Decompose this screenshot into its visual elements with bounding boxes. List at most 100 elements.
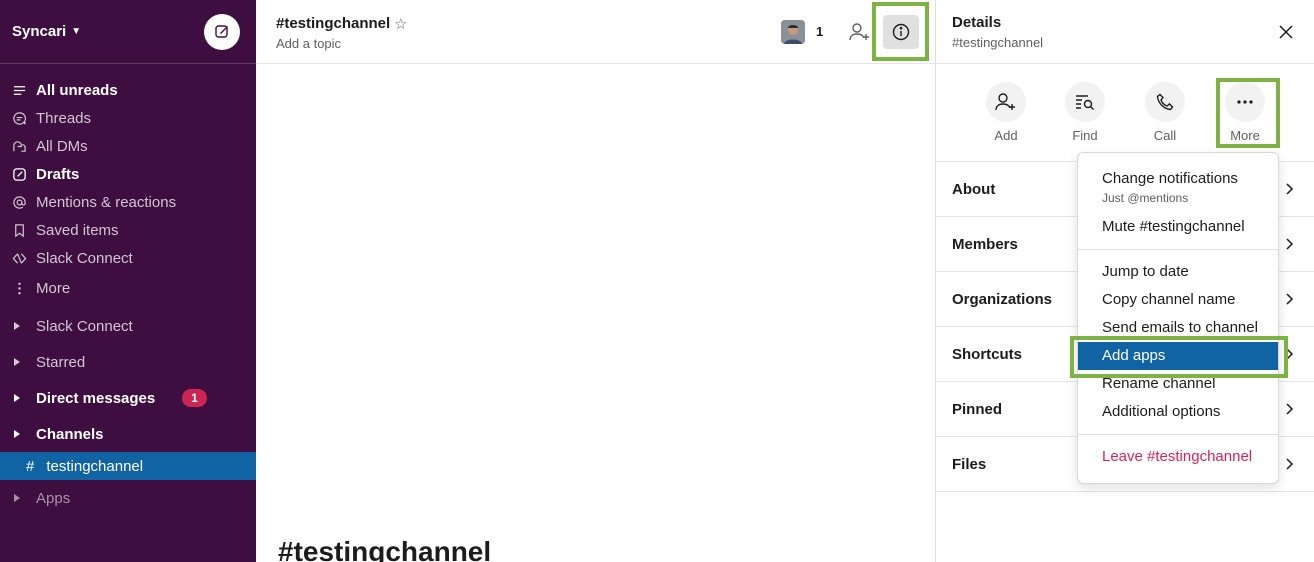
phone-icon <box>1145 82 1185 122</box>
all-dms-icon <box>10 137 28 155</box>
channel-name-button[interactable]: #testingchannel <box>276 15 390 32</box>
details-title: Details <box>952 14 1002 31</box>
more-action-button[interactable]: More <box>1215 82 1275 143</box>
menu-item-leave-channel[interactable]: Leave #testingchannel <box>1078 443 1278 471</box>
slack-connect-icon <box>10 249 28 267</box>
sidebar-item-mentions[interactable]: Mentions & reactions <box>0 188 256 216</box>
add-topic-link[interactable]: Add a topic <box>276 36 341 51</box>
add-person-icon <box>986 82 1026 122</box>
compose-icon <box>215 25 228 38</box>
bookmark-icon <box>10 221 28 239</box>
all-unreads-icon <box>10 81 28 99</box>
sidebar-item-saved[interactable]: Saved items <box>0 216 256 244</box>
channel-view: #testingchannel ☆ Add a topic 1 #testing… <box>256 0 936 562</box>
compose-button[interactable] <box>204 14 240 50</box>
menu-item-rename-channel[interactable]: Rename channel <box>1078 370 1278 398</box>
menu-item-jump-to-date[interactable]: Jump to date <box>1078 258 1278 286</box>
action-label: More <box>1230 128 1260 143</box>
section-label: Apps <box>36 489 71 507</box>
section-channels[interactable]: Channels <box>0 420 256 448</box>
section-starred[interactable]: Starred <box>0 348 256 376</box>
chevron-down-icon: ▼ <box>71 26 82 37</box>
channel-details-button[interactable] <box>883 15 919 49</box>
sidebar-item-label: Saved items <box>36 221 119 239</box>
caret-right-icon <box>14 394 20 402</box>
channel-intro-title: #testingchannel <box>278 536 492 562</box>
avatar[interactable] <box>781 20 805 44</box>
sidebar-item-label: All DMs <box>36 137 88 155</box>
row-label: Organizations <box>952 291 1053 308</box>
sidebar-nav: All unreads Threads All DMs Drafts Menti… <box>0 76 256 304</box>
action-label: Add <box>994 128 1018 143</box>
add-member-button[interactable] <box>848 20 872 44</box>
find-icon <box>1065 82 1105 122</box>
chevron-right-icon <box>1282 344 1298 364</box>
sidebar-item-all-unreads[interactable]: All unreads <box>0 76 256 104</box>
menu-item-send-emails[interactable]: Send emails to channel <box>1078 314 1278 342</box>
more-horizontal-icon <box>1225 82 1265 122</box>
caret-right-icon <box>14 322 20 330</box>
close-icon <box>1279 25 1293 39</box>
row-label: About <box>952 181 996 198</box>
add-person-icon <box>849 23 869 41</box>
unread-badge: 1 <box>182 389 207 407</box>
section-label: Starred <box>36 353 86 371</box>
caret-right-icon <box>14 430 20 438</box>
section-label: Channels <box>36 425 104 443</box>
drafts-icon <box>10 165 28 183</box>
menu-item-add-apps[interactable]: Add apps <box>1078 342 1278 370</box>
workspace-name: Syncari <box>12 23 67 40</box>
workspace-switcher[interactable]: Syncari ▼ <box>12 23 81 40</box>
sidebar-item-label: Drafts <box>36 165 80 183</box>
menu-item-subtitle: Just @mentions <box>1102 191 1189 205</box>
close-button[interactable] <box>1274 20 1298 44</box>
workspace-header: Syncari ▼ <box>0 0 256 64</box>
caret-right-icon <box>14 358 20 366</box>
chevron-right-icon <box>1282 289 1298 309</box>
sidebar-item-all-dms[interactable]: All DMs <box>0 132 256 160</box>
member-count[interactable]: 1 <box>816 24 823 39</box>
mentions-icon <box>10 193 28 211</box>
find-action-button[interactable]: Find <box>1055 82 1115 143</box>
details-subtitle: #testingchannel <box>952 35 1044 50</box>
row-label: Pinned <box>952 401 1003 418</box>
sidebar-channel-testingchannel[interactable]: # testingchannel <box>0 452 256 480</box>
menu-item-additional-options[interactable]: Additional options <box>1078 398 1278 426</box>
menu-divider <box>1078 434 1278 435</box>
sidebar-item-label: Threads <box>36 109 92 127</box>
row-label: Files <box>952 456 987 473</box>
menu-item-change-notifications[interactable]: Change notifications <box>1078 165 1278 193</box>
sidebar: Syncari ▼ All unreads Threads All DMs Dra… <box>0 0 256 562</box>
sidebar-item-label: More <box>36 279 71 297</box>
action-label: Call <box>1153 128 1177 143</box>
section-direct-messages[interactable]: Direct messages 1 <box>0 384 256 412</box>
sidebar-item-label: Slack Connect <box>36 249 133 267</box>
menu-item-mute[interactable]: Mute #testingchannel <box>1078 213 1278 241</box>
chevron-right-icon <box>1282 454 1298 474</box>
more-vertical-icon <box>10 279 28 297</box>
hash-icon: # <box>26 457 35 475</box>
section-slack-connect[interactable]: Slack Connect <box>0 312 256 340</box>
row-label: Members <box>952 236 1018 253</box>
row-label: Shortcuts <box>952 346 1023 363</box>
sidebar-item-slack-connect[interactable]: Slack Connect <box>0 244 256 272</box>
section-label: Slack Connect <box>36 317 133 335</box>
threads-icon <box>10 109 28 127</box>
sidebar-item-threads[interactable]: Threads <box>0 104 256 132</box>
info-icon <box>892 23 910 41</box>
section-apps[interactable]: Apps <box>0 484 256 512</box>
section-label: Direct messages <box>36 389 156 407</box>
menu-item-copy-channel-name[interactable]: Copy channel name <box>1078 286 1278 314</box>
sidebar-item-drafts[interactable]: Drafts <box>0 160 256 188</box>
sidebar-item-label: Mentions & reactions <box>36 193 177 211</box>
channel-label: testingchannel <box>46 457 144 475</box>
menu-divider <box>1078 249 1278 250</box>
details-header: Details #testingchannel <box>936 0 1314 64</box>
chevron-right-icon <box>1282 234 1298 254</box>
avatar-image <box>781 20 805 44</box>
call-action-button[interactable]: Call <box>1135 82 1195 143</box>
sidebar-item-more[interactable]: More <box>0 272 256 304</box>
star-icon[interactable]: ☆ <box>394 15 407 33</box>
add-action-button[interactable]: Add <box>976 82 1036 143</box>
chevron-right-icon <box>1282 399 1298 419</box>
